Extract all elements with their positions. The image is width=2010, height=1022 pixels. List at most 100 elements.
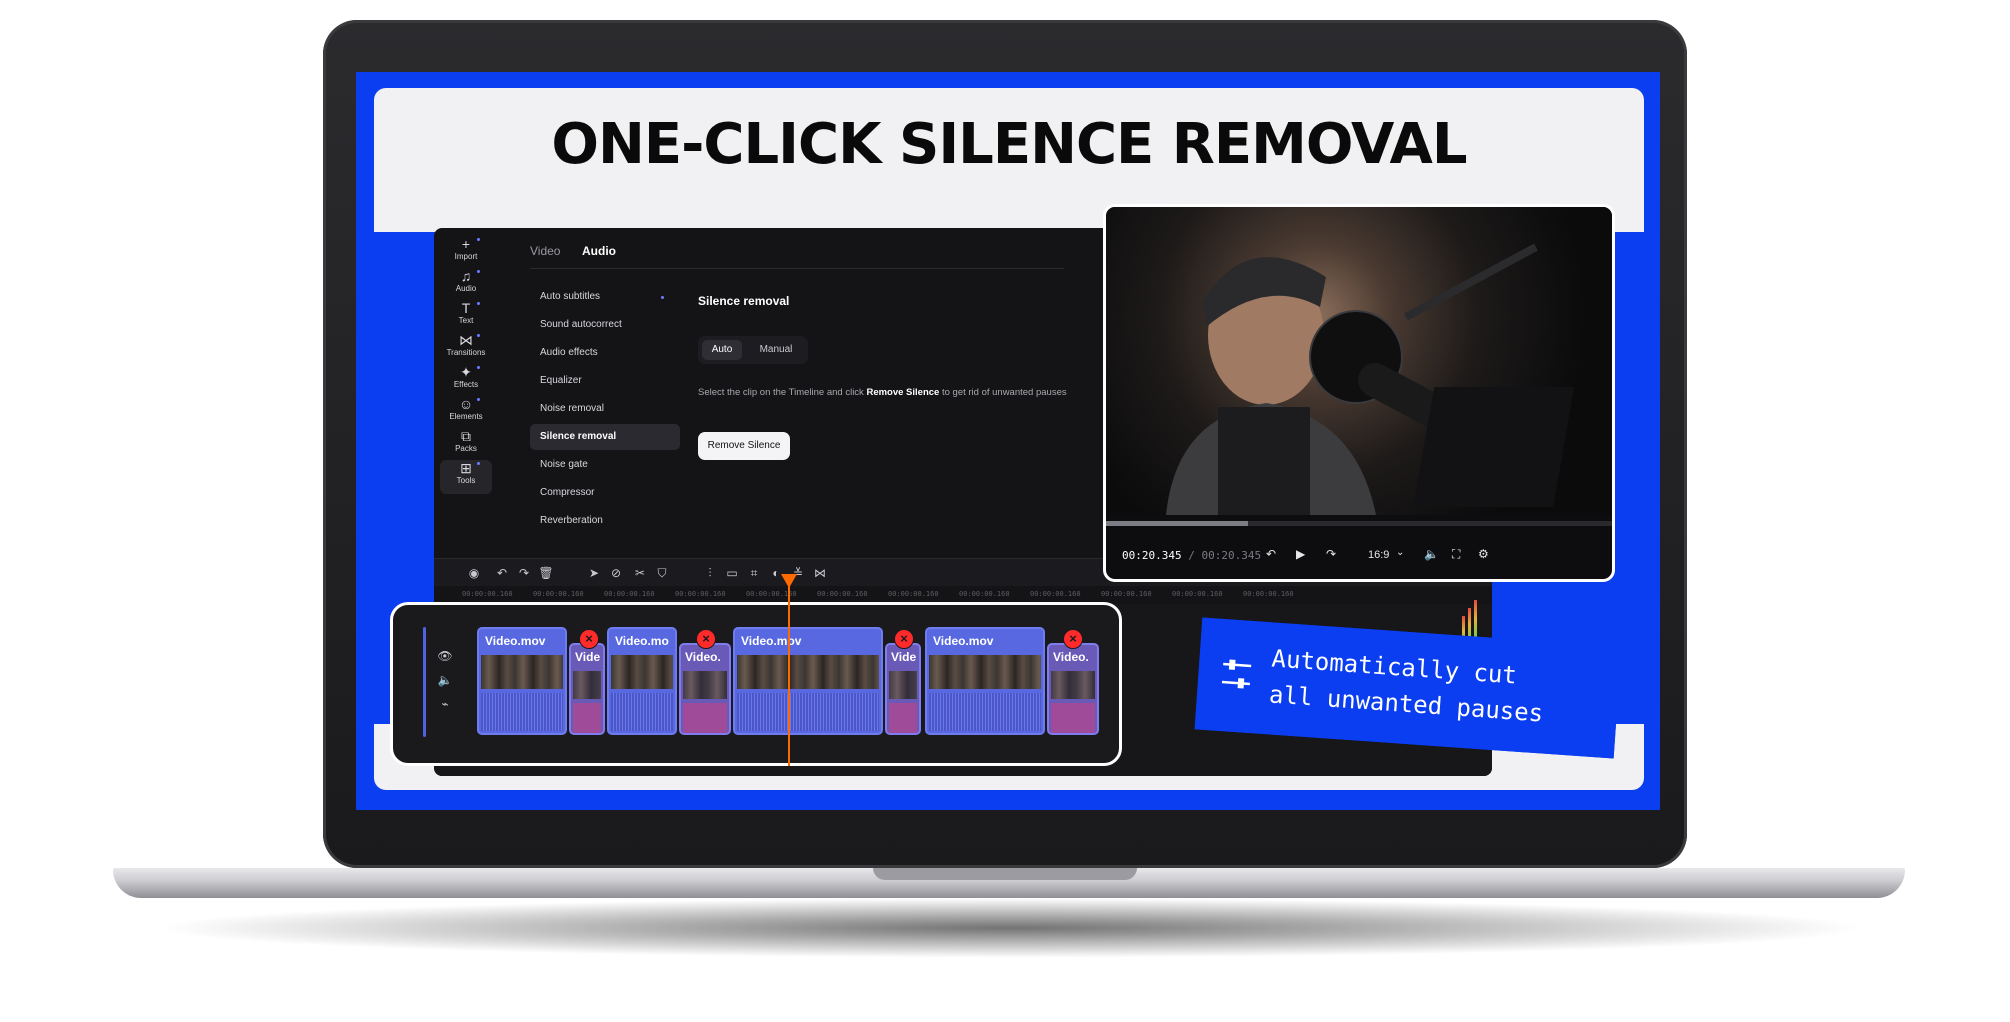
unlink-icon[interactable]: ⌁	[437, 697, 453, 711]
rail-item-packs[interactable]: ⧉ Packs	[440, 428, 492, 458]
silence-cut-clip[interactable]: Video.	[1047, 643, 1099, 735]
captions-icon[interactable]: ▭	[724, 565, 740, 581]
playhead[interactable]	[788, 580, 790, 766]
remove-x-icon[interactable]: ×	[579, 629, 599, 649]
menu-item-audio-effects[interactable]: Audio effects	[530, 340, 680, 366]
eye-icon[interactable]: 👁	[437, 649, 453, 663]
mode-auto-button[interactable]: Auto	[702, 340, 742, 360]
menu-item-silence-removal[interactable]: Silence removal	[530, 424, 680, 450]
menu-item-equalizer[interactable]: Equalizer	[530, 368, 680, 394]
rail-label: Effects	[453, 380, 479, 389]
aspect-ratio-select[interactable]: 16:9	[1368, 549, 1389, 561]
mode-manual-button[interactable]: Manual	[748, 340, 804, 360]
remove-x-icon[interactable]: ×	[894, 629, 914, 649]
shield-icon[interactable]: ⛉	[654, 565, 670, 581]
timecode: 00:20.345 / 00:20.345	[1122, 549, 1261, 562]
podcaster-illustration	[1166, 243, 1575, 515]
menu-item-auto-subtitles[interactable]: Auto subtitles	[530, 284, 680, 310]
transitions-icon: ⋈	[459, 332, 473, 348]
tools-grid-icon: ⊞	[460, 460, 472, 476]
menu-item-sound-autocorrect[interactable]: Sound autocorrect	[530, 312, 680, 338]
menu-item-compressor[interactable]: Compressor	[530, 480, 680, 506]
video-frame[interactable]	[1106, 207, 1612, 515]
instruction-part: to get rid of unwanted pauses	[939, 387, 1067, 398]
rewind-icon[interactable]: ↶	[1266, 547, 1276, 561]
clip-label: Video.	[685, 650, 721, 664]
rail-item-audio[interactable]: ♫ Audio	[440, 268, 492, 298]
undo-icon[interactable]: ↶	[494, 565, 510, 581]
ruler-tick: 00:00:00.160	[1243, 590, 1294, 598]
menu-label: Auto subtitles	[540, 291, 601, 302]
rail-item-effects[interactable]: ✦ Effects	[440, 364, 492, 394]
menu-label: Equalizer	[540, 375, 582, 386]
waveform-icon[interactable]: ⫶	[702, 565, 718, 581]
instruction-part: Select the clip on the Timeline and clic…	[698, 387, 867, 398]
callout-text: Automatically cut all unwanted pauses	[1268, 640, 1612, 736]
record-icon[interactable]: ◉	[466, 565, 482, 581]
select-cursor-icon[interactable]: ➤	[586, 565, 602, 581]
menu-label: Audio effects	[540, 347, 598, 358]
fullscreen-icon[interactable]: ⛶	[1452, 547, 1460, 562]
rail-label: Text	[458, 316, 474, 325]
ruler-tick: 00:00:00.160	[1172, 590, 1223, 598]
ruler-tick: 00:00:00.160	[959, 590, 1010, 598]
clip-label: Vide	[575, 650, 601, 664]
rail-item-import[interactable]: + Import	[440, 236, 492, 266]
clip-label: Video.mo	[615, 634, 669, 648]
ruler-tick: 00:00:00.160	[1101, 590, 1152, 598]
menu-label: Reverberation	[540, 515, 603, 526]
transition-icon[interactable]: ⋈	[812, 565, 828, 581]
laptop-notch	[873, 868, 1137, 880]
time-total: 00:20.345	[1201, 549, 1262, 562]
remove-x-icon[interactable]: ×	[696, 629, 716, 649]
ruler-tick: 00:00:00.160	[604, 590, 655, 598]
clip-label: Video.mov	[741, 634, 802, 648]
speaker-icon[interactable]: 🔈	[437, 673, 453, 687]
timeline-clip[interactable]: Video.mov	[477, 627, 567, 735]
rail-item-text[interactable]: T Text	[440, 300, 492, 330]
rail-item-elements[interactable]: ☺ Elements	[440, 396, 492, 426]
menu-label: Compressor	[540, 487, 595, 498]
menu-item-noise-removal[interactable]: Noise removal	[530, 396, 680, 422]
scissors-icon[interactable]: ✂	[632, 565, 648, 581]
clip-label: Video.mov	[933, 634, 994, 648]
tab-bar: Video Audio	[530, 242, 1064, 269]
text-icon: T	[461, 300, 471, 316]
ruler-tick: 00:00:00.160	[462, 590, 513, 598]
track-selector-bar	[423, 627, 426, 737]
silence-cut-clip[interactable]: Video.	[679, 643, 731, 735]
menu-label: Sound autocorrect	[540, 319, 622, 330]
rail-item-transitions[interactable]: ⋈ Transitions	[440, 332, 492, 362]
chevron-down-icon[interactable]: ⌄	[1396, 547, 1404, 558]
silence-cut-clip[interactable]: Vide	[569, 643, 605, 735]
timeline-clip[interactable]: Video.mo	[607, 627, 677, 735]
tab-video[interactable]: Video	[530, 244, 560, 258]
ruler-tick: 00:00:00.160	[888, 590, 939, 598]
silence-cut-clip[interactable]: Vide	[885, 643, 921, 735]
menu-item-noise-gate[interactable]: Noise gate	[530, 452, 680, 478]
gear-icon[interactable]: ⚙	[1478, 547, 1489, 561]
volume-icon[interactable]: 🔈	[1424, 547, 1439, 561]
forward-icon[interactable]: ↷	[1326, 547, 1336, 561]
headline: ONE-CLICK SILENCE REMOVAL	[551, 112, 1467, 177]
plus-icon: +	[461, 236, 471, 252]
instruction-text: Select the clip on the Timeline and clic…	[698, 386, 1078, 400]
crop-icon[interactable]: ⌗	[746, 565, 762, 581]
timeline-clip[interactable]: Video.mov	[733, 627, 883, 735]
time-current: 00:20.345	[1122, 549, 1182, 562]
menu-item-reverberation[interactable]: Reverberation	[530, 508, 680, 534]
remove-x-icon[interactable]: ×	[1063, 629, 1083, 649]
play-icon[interactable]: ▶	[1296, 547, 1305, 561]
redo-icon[interactable]: ↷	[516, 565, 532, 581]
playhead-handle[interactable]	[781, 574, 797, 588]
rail-item-tools[interactable]: ⊞ Tools	[440, 460, 492, 494]
timeline-clip[interactable]: Video.mov	[925, 627, 1045, 735]
packs-icon: ⧉	[461, 428, 471, 444]
disable-icon[interactable]: ⊘	[608, 565, 624, 581]
clip-label: Vide	[891, 650, 917, 664]
mode-toggle: Auto Manual	[698, 336, 808, 364]
remove-silence-button[interactable]: Remove Silence	[698, 432, 790, 460]
tab-audio[interactable]: Audio	[582, 244, 616, 258]
delete-icon[interactable]: 🗑	[538, 565, 554, 581]
smiley-icon: ☺	[458, 396, 474, 412]
